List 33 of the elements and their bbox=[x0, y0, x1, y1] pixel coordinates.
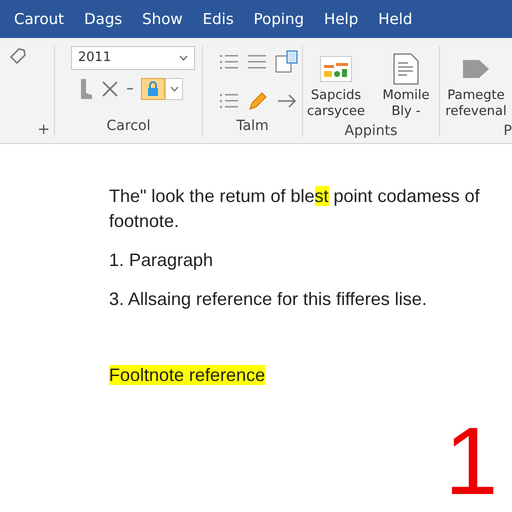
group-label: P bbox=[502, 122, 512, 140]
paragraph: 3. Allsaing reference for this fifferes lise. bbox=[109, 288, 428, 311]
menu-item[interactable]: Dags bbox=[74, 0, 132, 38]
paragraph: The" look the retum of blest point codamess of footnote. bbox=[109, 185, 481, 233]
lock-button[interactable] bbox=[141, 78, 165, 100]
arrow-icon[interactable] bbox=[277, 94, 297, 108]
dropdown-button[interactable] bbox=[165, 78, 183, 100]
ribbon-button[interactable]: Momile Bly - bbox=[373, 50, 439, 120]
dropdown-value: 2011 bbox=[78, 49, 112, 68]
bullet-list-icon[interactable] bbox=[219, 92, 239, 110]
menu-item[interactable]: Held bbox=[368, 0, 422, 38]
paragraph: 1. Paragraph bbox=[109, 249, 214, 272]
footnote-text: Fooltnote reference bbox=[109, 365, 266, 385]
align-icon[interactable] bbox=[247, 53, 267, 71]
menu-item[interactable]: Help bbox=[314, 0, 368, 38]
ribbon-button[interactable]: Sapcids carsycee bbox=[303, 50, 369, 120]
menu-item[interactable]: Show bbox=[132, 0, 193, 38]
group-label: Carcol bbox=[106, 117, 152, 136]
lock-icon bbox=[146, 81, 160, 97]
page-number: 1 bbox=[444, 414, 498, 510]
group-label: Talm bbox=[235, 117, 270, 136]
pencil-icon[interactable] bbox=[247, 90, 269, 112]
page-icon[interactable] bbox=[275, 50, 299, 74]
bookmark-icon[interactable] bbox=[79, 78, 93, 100]
menu-item[interactable]: Poping bbox=[244, 0, 314, 38]
group-label: Appints bbox=[344, 122, 398, 140]
add-button[interactable]: + bbox=[37, 121, 50, 137]
ribbon-button[interactable]: Pamegte refevenal bbox=[440, 50, 512, 120]
close-icon[interactable] bbox=[101, 80, 119, 98]
menu-item[interactable]: Edis bbox=[192, 0, 244, 38]
font-size-dropdown[interactable]: 2011 bbox=[71, 46, 195, 70]
menu-item[interactable]: Carout bbox=[4, 0, 74, 38]
bullet-list-icon[interactable] bbox=[219, 53, 239, 71]
